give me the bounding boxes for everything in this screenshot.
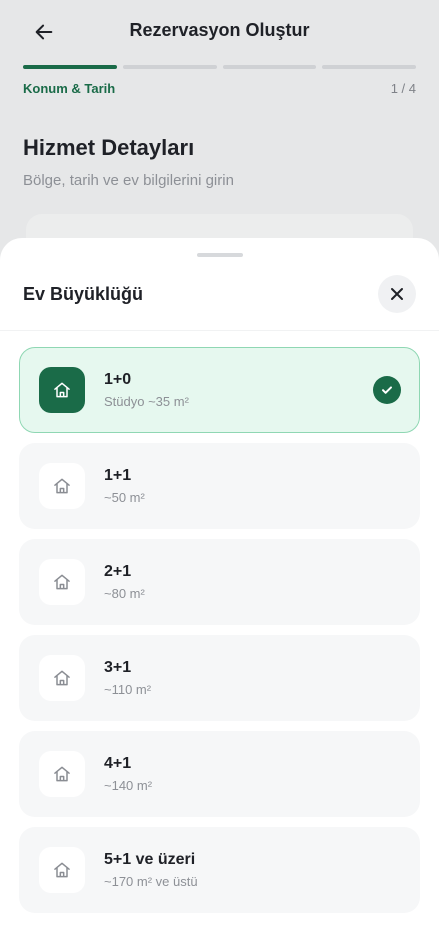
home-icon bbox=[39, 655, 85, 701]
screen: Rezervasyon Oluştur Konum & Tarih 1 / 4 … bbox=[0, 0, 439, 951]
sheet-title: Ev Büyüklüğü bbox=[23, 284, 144, 304]
option-title: 1+1 bbox=[104, 467, 132, 484]
option-title: 2+1 bbox=[104, 563, 132, 580]
step-label: Konum & Tarih bbox=[23, 81, 116, 96]
home-icon bbox=[39, 366, 85, 413]
option-detail: ~80 m² bbox=[104, 586, 145, 601]
sheet-divider bbox=[0, 330, 439, 331]
home-size-option[interactable]: 1+1 ~50 m² bbox=[19, 443, 420, 529]
home-icon bbox=[39, 559, 85, 605]
option-title: 5+1 ve üzeri bbox=[104, 851, 196, 868]
option-title: 1+0 bbox=[104, 370, 132, 388]
step-count: 1 / 4 bbox=[390, 81, 416, 96]
progress-segment bbox=[222, 65, 317, 69]
top-bar: Rezervasyon Oluştur bbox=[0, 0, 439, 64]
home-size-option[interactable]: 1+0 Stüdyo ~35 m² bbox=[19, 347, 420, 433]
home-size-option[interactable]: 3+1 ~110 m² bbox=[19, 635, 420, 721]
option-title: 3+1 bbox=[104, 659, 132, 676]
home-size-option[interactable]: 5+1 ve üzeri ~170 m² ve üstü bbox=[19, 827, 420, 913]
page-title: Rezervasyon Oluştur bbox=[129, 20, 310, 40]
progress-segment bbox=[23, 65, 117, 69]
option-detail: ~110 m² bbox=[104, 682, 152, 697]
option-detail: ~140 m² bbox=[104, 778, 153, 793]
sheet-drag-handle[interactable] bbox=[197, 253, 243, 257]
close-button[interactable] bbox=[378, 275, 416, 313]
home-icon bbox=[39, 751, 85, 797]
close-icon bbox=[391, 288, 403, 300]
option-title: 4+1 bbox=[104, 755, 132, 772]
check-icon bbox=[373, 376, 401, 404]
step-progress-bar bbox=[23, 65, 416, 70]
option-detail: ~50 m² bbox=[104, 490, 145, 505]
option-detail: ~170 m² ve üstü bbox=[104, 874, 198, 889]
home-icon bbox=[39, 847, 85, 893]
home-icon bbox=[39, 463, 85, 509]
home-size-option[interactable]: 2+1 ~80 m² bbox=[19, 539, 420, 625]
progress-segment bbox=[322, 65, 416, 69]
home-size-option[interactable]: 4+1 ~140 m² bbox=[19, 731, 420, 817]
home-size-bottom-sheet: Ev Büyüklüğü 1+0 Stüdyo ~35 m² 1+1 ~50 m² 2+… bbox=[0, 238, 439, 951]
option-detail: Stüdyo ~35 m² bbox=[104, 393, 189, 409]
section-subtitle: Bölge, tarih ve ev bilgilerini girin bbox=[23, 172, 234, 189]
progress-segment bbox=[122, 65, 217, 69]
section-title: Hizmet Detayları bbox=[23, 135, 195, 160]
